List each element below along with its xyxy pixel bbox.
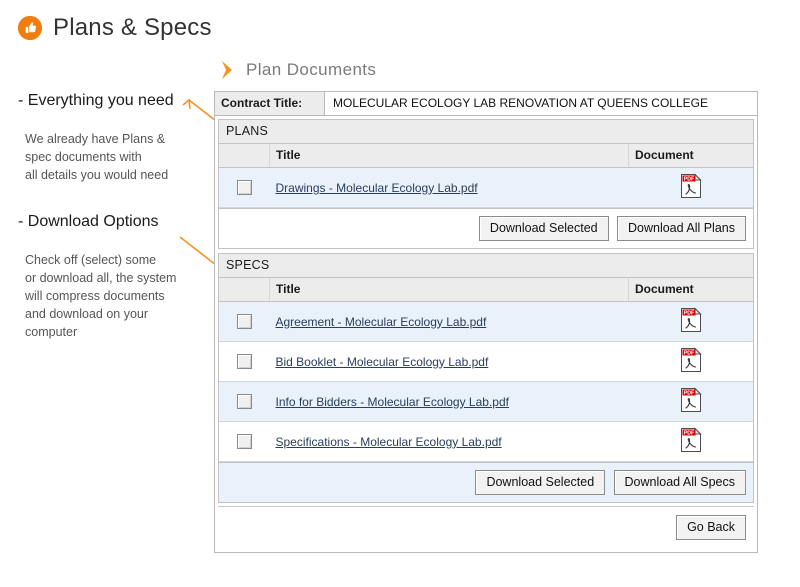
table-row: Drawings - Molecular Ecology Lab.pdf PDF (219, 167, 753, 208)
annotation-body-everything-you-need: We already have Plans & spec documents w… (25, 132, 169, 182)
contract-title-label: Contract Title: (215, 92, 325, 115)
contract-title-value: MOLECULAR ECOLOGY LAB RENOVATION AT QUEE… (333, 96, 708, 110)
table-row: Info for Bidders - Molecular Ecology Lab… (219, 381, 753, 422)
annotation-heading-download-options: - Download Options (18, 213, 159, 230)
row-checkbox-cell[interactable] (219, 421, 270, 462)
go-back-button[interactable]: Go Back (676, 515, 746, 540)
specs-col-document: Document (628, 278, 753, 302)
page-title-bar: Plans & Specs (18, 14, 212, 42)
row-checkbox[interactable] (236, 354, 252, 370)
plans-col-checkbox (219, 144, 270, 168)
row-checkbox-cell[interactable] (219, 301, 270, 342)
plans-table-header-row: Title Document (219, 144, 753, 168)
pdf-icon[interactable]: PDF (680, 387, 702, 416)
download-all-plans-button[interactable]: Download All Plans (616, 216, 746, 241)
annotation-body-download-options: Check off (select) some or download all,… (25, 253, 177, 339)
row-checkbox-cell[interactable] (219, 167, 270, 208)
page-title: Plans & Specs (53, 14, 212, 41)
row-checkbox[interactable] (236, 314, 252, 330)
row-checkbox[interactable] (236, 394, 252, 410)
pdf-icon[interactable]: PDF (680, 307, 702, 336)
plan-documents-panel: Contract Title: MOLECULAR ECOLOGY LAB RE… (214, 91, 758, 553)
specs-col-checkbox (219, 278, 270, 302)
section-specs: SPECS Title Document Agreement - Molecul… (218, 253, 754, 503)
row-document-cell: PDF (628, 167, 753, 208)
section-header-label: Plan Documents (246, 60, 377, 79)
panel-footer: Go Back (218, 506, 754, 549)
row-document-cell: PDF (628, 341, 753, 382)
row-checkbox[interactable] (236, 434, 252, 450)
download-all-specs-button[interactable]: Download All Specs (613, 470, 746, 495)
row-checkbox[interactable] (236, 180, 252, 196)
row-title-cell: Specifications - Molecular Ecology Lab.p… (269, 421, 629, 462)
plans-action-bar: Download Selected Download All Plans (219, 208, 753, 249)
document-link[interactable]: Agreement - Molecular Ecology Lab.pdf (276, 315, 487, 329)
specs-col-title: Title (269, 278, 629, 302)
section-header: Plan Documents (220, 60, 376, 80)
thumbs-up-icon (18, 16, 42, 40)
svg-text:PDF: PDF (684, 311, 694, 317)
download-selected-specs-button[interactable]: Download Selected (475, 470, 606, 495)
svg-text:PDF: PDF (684, 391, 694, 397)
pdf-icon[interactable]: PDF (680, 427, 702, 456)
section-plans-title: PLANS (219, 120, 753, 144)
row-checkbox-cell[interactable] (219, 341, 270, 382)
plans-col-title: Title (269, 144, 629, 168)
svg-text:PDF: PDF (684, 351, 694, 357)
svg-text:PDF: PDF (684, 177, 694, 183)
row-title-cell: Agreement - Molecular Ecology Lab.pdf (269, 301, 629, 342)
specs-table: Title Document Agreement - Molecular Eco… (219, 278, 753, 462)
document-link[interactable]: Drawings - Molecular Ecology Lab.pdf (276, 181, 478, 195)
row-title-cell: Drawings - Molecular Ecology Lab.pdf (269, 167, 629, 208)
row-document-cell: PDF (628, 421, 753, 462)
table-row: Bid Booklet - Molecular Ecology Lab.pdf … (219, 341, 753, 382)
section-plans: PLANS Title Document Drawings - Molecula… (218, 119, 754, 249)
chevron-right-icon (220, 60, 234, 80)
document-link[interactable]: Bid Booklet - Molecular Ecology Lab.pdf (276, 355, 489, 369)
row-document-cell: PDF (628, 381, 753, 422)
row-title-cell: Bid Booklet - Molecular Ecology Lab.pdf (269, 341, 629, 382)
table-row: Agreement - Molecular Ecology Lab.pdf PD… (219, 301, 753, 342)
plans-table: Title Document Drawings - Molecular Ecol… (219, 144, 753, 208)
table-row: Specifications - Molecular Ecology Lab.p… (219, 421, 753, 462)
svg-text:PDF: PDF (684, 431, 694, 437)
specs-action-bar: Download Selected Download All Specs (219, 462, 753, 503)
pdf-icon[interactable]: PDF (680, 173, 702, 202)
row-checkbox-cell[interactable] (219, 381, 270, 422)
download-selected-plans-button[interactable]: Download Selected (478, 216, 609, 241)
row-document-cell: PDF (628, 301, 753, 342)
annotation-heading-everything-you-need: - Everything you need (18, 92, 174, 109)
plans-col-document: Document (628, 144, 753, 168)
document-link[interactable]: Info for Bidders - Molecular Ecology Lab… (276, 395, 509, 409)
specs-table-header-row: Title Document (219, 278, 753, 302)
section-specs-title: SPECS (219, 254, 753, 278)
contract-title-row: Contract Title: MOLECULAR ECOLOGY LAB RE… (215, 92, 757, 116)
pdf-icon[interactable]: PDF (680, 347, 702, 376)
document-link[interactable]: Specifications - Molecular Ecology Lab.p… (276, 435, 502, 449)
row-title-cell: Info for Bidders - Molecular Ecology Lab… (269, 381, 629, 422)
